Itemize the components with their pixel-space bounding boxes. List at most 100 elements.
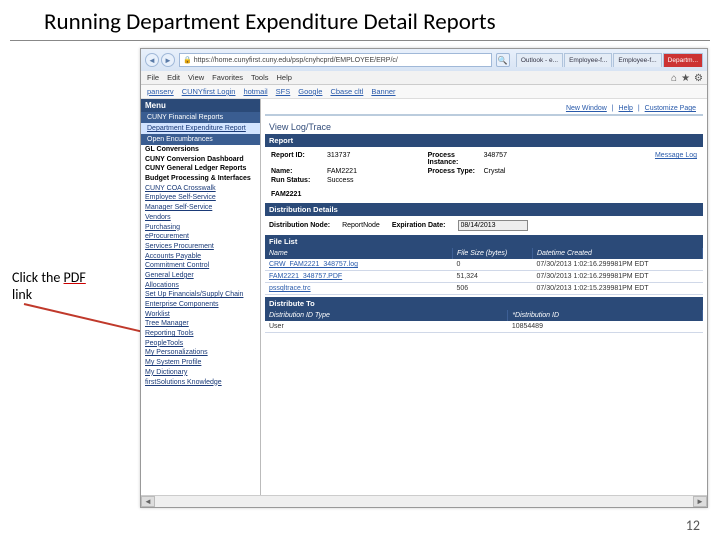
menu-reporting[interactable]: Reporting Tools — [141, 329, 260, 339]
menu-commit-ctrl[interactable]: Commitment Control — [141, 261, 260, 271]
browser-screenshot: ─ ▭ ✕ ◄ ► 🔒 https://home.cunyfirst.cuny.… — [140, 48, 708, 508]
distribute-to-header: Distribute To — [265, 297, 703, 310]
menu-peopletools[interactable]: PeopleTools — [141, 339, 260, 349]
favorites-icon[interactable]: ★ — [681, 73, 690, 84]
file-log-size: 0 — [453, 259, 533, 271]
top-links: New Window | Help | Customize Page — [265, 103, 703, 116]
menu-ent-comp[interactable]: Enterprise Components — [141, 300, 260, 310]
file-list-table: Name File Size (bytes) Datetime Created … — [265, 248, 703, 295]
exp-date-label: Expiration Date: — [392, 222, 446, 229]
menu-mgr-self[interactable]: Manager Self-Service — [141, 203, 260, 213]
col-datetime: Datetime Created — [533, 248, 703, 259]
fav-sfs[interactable]: SFS — [276, 87, 291, 96]
menu-gl[interactable]: General Ledger — [141, 271, 260, 281]
menu-coa-crosswalk[interactable]: CUNY COA Crosswalk — [141, 184, 260, 194]
menu-edit[interactable]: Edit — [167, 73, 180, 82]
menu-my-person[interactable]: My Personalizations — [141, 348, 260, 358]
annotation-pdf: PDF — [64, 269, 86, 286]
file-trace-size: 506 — [453, 283, 533, 295]
slide-title: Running Department Expenditure Detail Re… — [10, 0, 710, 41]
fav-hotmail[interactable]: hotmail — [243, 87, 267, 96]
file-row-log: CRW_FAM2221_348757.log 0 07/30/2013 1:02… — [265, 259, 703, 271]
url-box[interactable]: 🔒 https://home.cunyfirst.cuny.edu/psp/cn… — [179, 53, 492, 67]
file-pdf-size: 51,324 — [453, 271, 533, 283]
col-dist-id: *Distribution ID — [508, 310, 703, 321]
menu-services-proc[interactable]: Services Procurement — [141, 242, 260, 252]
address-bar-row: ◄ ► 🔒 https://home.cunyfirst.cuny.edu/ps… — [141, 49, 707, 71]
file-trace-link[interactable]: pssqltrace.trc — [265, 283, 453, 295]
tools-gear-icon[interactable]: ⚙ — [694, 73, 703, 84]
menu-help[interactable]: Help — [277, 73, 292, 82]
scroll-left-arrow[interactable]: ◄ — [141, 496, 155, 507]
file-trace-dt: 07/30/2013 1:02:15.239981PM EDT — [533, 283, 703, 295]
tab-strip: Outlook - e... Employee-f... Employee-f.… — [516, 53, 703, 67]
menu-tree-mgr[interactable]: Tree Manager — [141, 319, 260, 329]
file-list-header: File List — [265, 235, 703, 248]
tab-department[interactable]: Departm... — [663, 53, 703, 67]
menu-gl-conversions[interactable]: GL Conversions — [141, 145, 260, 155]
fav-cunyfirst[interactable]: CUNYfirst Login — [182, 87, 236, 96]
link-help[interactable]: Help — [619, 105, 633, 112]
link-new-window[interactable]: New Window — [566, 105, 607, 112]
menu-emp-self[interactable]: Employee Self-Service — [141, 193, 260, 203]
report-metadata: Report ID: 313737 Process Instance: 3487… — [265, 147, 703, 203]
menu-file[interactable]: File — [147, 73, 159, 82]
menu-setup-fin[interactable]: Set Up Financials/Supply Chain — [141, 290, 260, 300]
process-instance-value: 348757 — [482, 151, 563, 167]
menu-favorites[interactable]: Favorites — [212, 73, 243, 82]
menu-open-encumb[interactable]: Open Encumbrances — [141, 134, 260, 145]
refresh-button[interactable]: 🔍 — [496, 53, 510, 67]
tab-outlook[interactable]: Outlook - e... — [516, 53, 563, 67]
file-row-trace: pssqltrace.trc 506 07/30/2013 1:02:15.23… — [265, 283, 703, 295]
col-name: Name — [265, 248, 453, 259]
menu-group-financial[interactable]: CUNY Financial Reports — [141, 112, 260, 123]
menu-first-solutions[interactable]: firstSolutions Knowledge — [141, 378, 260, 388]
main-content: New Window | Help | Customize Page View … — [261, 99, 707, 495]
menu-worklist[interactable]: Worklist — [141, 310, 260, 320]
report-id-label: Report ID: — [269, 151, 325, 167]
dist-details-row: Distribution Node: ReportNode Expiration… — [265, 216, 703, 235]
scroll-track[interactable] — [155, 496, 693, 507]
view-log-trace-title: View Log/Trace — [265, 116, 703, 134]
link-customize[interactable]: Customize Page — [645, 105, 696, 112]
page-number: 12 — [686, 517, 700, 534]
tab-employee-1[interactable]: Employee-f... — [564, 53, 612, 67]
back-button[interactable]: ◄ — [145, 53, 159, 67]
menu-gl-reports[interactable]: CUNY General Ledger Reports — [141, 164, 260, 174]
menu-alloc[interactable]: Allocations — [141, 281, 260, 291]
menu-my-profile[interactable]: My System Profile — [141, 358, 260, 368]
menu-tools[interactable]: Tools — [251, 73, 269, 82]
menu-purchasing[interactable]: Purchasing — [141, 223, 260, 233]
message-log-link[interactable]: Message Log — [563, 151, 699, 167]
fav-banner[interactable]: Banner — [371, 87, 395, 96]
home-icon[interactable]: ⌂ — [671, 73, 677, 84]
menu-my-dict[interactable]: My Dictionary — [141, 368, 260, 378]
menu-ap[interactable]: Accounts Payable — [141, 252, 260, 262]
report-name-value: FAM2221 — [325, 167, 426, 176]
tab-employee-2[interactable]: Employee-f... — [613, 53, 661, 67]
file-pdf-link[interactable]: FAM2221_348757.PDF — [265, 271, 453, 283]
annotation-post: link — [12, 286, 32, 303]
menu-eprocurement[interactable]: eProcurement — [141, 232, 260, 242]
menu-dept-exp-report[interactable]: Department Expenditure Report — [141, 123, 260, 134]
menu-items: GL Conversions CUNY Conversion Dashboard… — [141, 145, 260, 387]
menu-vendors[interactable]: Vendors — [141, 213, 260, 223]
url-text: https://home.cunyfirst.cuny.edu/psp/cnyh… — [194, 57, 398, 64]
forward-button[interactable]: ► — [161, 53, 175, 67]
report-id-value: 313737 — [325, 151, 426, 167]
menu-view[interactable]: View — [188, 73, 204, 82]
horizontal-scrollbar[interactable]: ◄ ► — [141, 495, 707, 507]
menu-budget-proc[interactable]: Budget Processing & Interfaces — [141, 174, 260, 184]
file-pdf-dt: 07/30/2013 1:02:16.299981PM EDT — [533, 271, 703, 283]
scroll-right-arrow[interactable]: ► — [693, 496, 707, 507]
exp-date-field[interactable] — [458, 220, 528, 231]
file-log-link[interactable]: CRW_FAM2221_348757.log — [265, 259, 453, 271]
fav-google[interactable]: Google — [298, 87, 322, 96]
run-status-value: Success — [325, 176, 699, 185]
dist-id-value: 10854489 — [508, 321, 703, 333]
fav-panserv[interactable]: panserv — [147, 87, 174, 96]
menu-conv-dash[interactable]: CUNY Conversion Dashboard — [141, 155, 260, 165]
fav-cbase[interactable]: Cbase cltl — [330, 87, 363, 96]
dist-node-value: ReportNode — [342, 222, 380, 229]
dist-details-header: Distribution Details — [265, 203, 703, 216]
